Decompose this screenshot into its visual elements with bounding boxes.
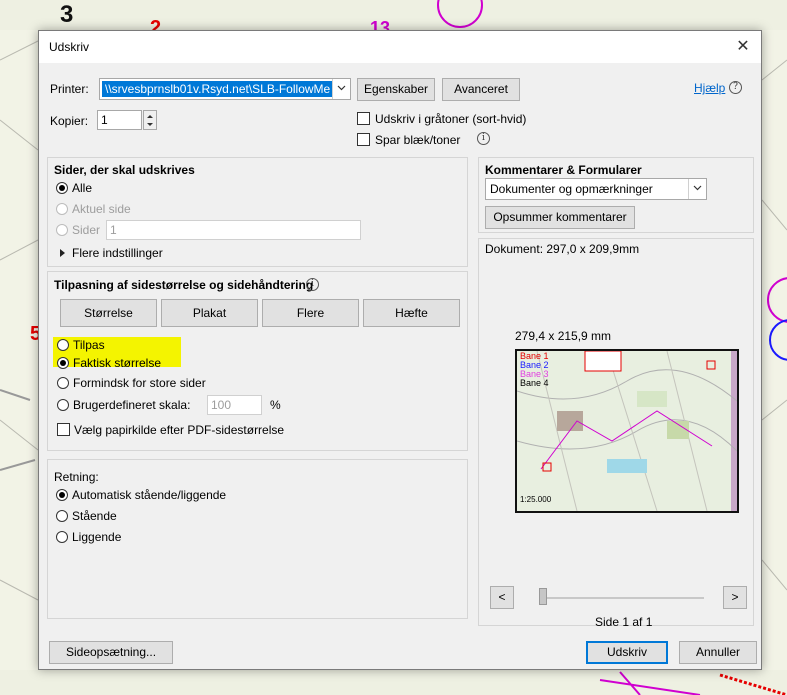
comments-title: Kommentarer & Formularer bbox=[485, 163, 642, 177]
sizing-info-icon[interactable]: i bbox=[306, 278, 319, 291]
radio-shrink-label: Formindsk for store sider bbox=[73, 376, 206, 390]
properties-button[interactable]: Egenskaber bbox=[357, 78, 435, 101]
stepper-down-icon[interactable] bbox=[144, 120, 156, 129]
radio-landscape[interactable] bbox=[56, 531, 68, 543]
radio-actual-size[interactable] bbox=[57, 357, 69, 369]
radio-portrait-label: Stående bbox=[72, 509, 117, 523]
page-info: Side 1 af 1 bbox=[595, 615, 653, 629]
radio-pages-label: Sider bbox=[72, 223, 101, 237]
dialog-title: Udskriv bbox=[49, 40, 90, 54]
paper-size: 279,4 x 215,9 mm bbox=[515, 329, 612, 343]
orientation-title: Retning: bbox=[54, 470, 99, 484]
document-size: Dokument: 297,0 x 209,9mm bbox=[485, 242, 640, 256]
save-ink-checkbox[interactable] bbox=[357, 133, 370, 146]
copies-stepper[interactable] bbox=[143, 110, 157, 130]
orientation-panel: Retning: Automatisk stående/liggende Stå… bbox=[47, 459, 468, 619]
help-link[interactable]: Hjælp bbox=[694, 81, 725, 95]
radio-fit[interactable] bbox=[57, 339, 69, 351]
help-info-icon[interactable]: ? bbox=[729, 81, 742, 94]
next-page-button[interactable]: > bbox=[723, 586, 747, 609]
printer-select[interactable]: \\srvesbprnslb01v.Rsyd.net\SLB-FollowMe bbox=[99, 78, 351, 100]
chevron-down-icon bbox=[332, 79, 350, 99]
page-slider-track[interactable] bbox=[540, 597, 704, 599]
tab-poster[interactable]: Plakat bbox=[161, 299, 258, 327]
copies-input[interactable]: 1 bbox=[97, 110, 142, 130]
printer-label: Printer: bbox=[50, 82, 89, 96]
print-button[interactable]: Udskriv bbox=[586, 641, 668, 664]
comments-select[interactable]: Dokumenter og opmærkninger bbox=[485, 178, 707, 200]
cancel-button[interactable]: Annuller bbox=[679, 641, 757, 664]
pages-range-input[interactable]: 1 bbox=[106, 220, 361, 240]
custom-scale-input[interactable]: 100 bbox=[207, 395, 262, 415]
pages-panel: Sider, der skal udskrives Alle Aktuel si… bbox=[47, 157, 468, 267]
advanced-button[interactable]: Avanceret bbox=[442, 78, 520, 101]
radio-all[interactable] bbox=[56, 182, 68, 194]
radio-current-page[interactable] bbox=[56, 203, 68, 215]
save-ink-label: Spar blæk/toner bbox=[375, 133, 461, 147]
chevron-down-icon bbox=[688, 179, 706, 199]
comments-panel: Kommentarer & Formularer Dokumenter og o… bbox=[478, 157, 754, 233]
svg-text:3: 3 bbox=[60, 1, 73, 28]
radio-auto-orientation[interactable] bbox=[56, 489, 68, 501]
page-setup-button[interactable]: Sideopsætning... bbox=[49, 641, 173, 664]
sizing-panel: Tilpasning af sidestørrelse og sidehåndt… bbox=[47, 271, 468, 451]
map-scale: 1:25.000 bbox=[520, 495, 552, 504]
custom-scale-value: 100 bbox=[211, 398, 232, 412]
radio-shrink[interactable] bbox=[57, 377, 69, 389]
percent-label: % bbox=[270, 398, 281, 412]
grayscale-checkbox[interactable] bbox=[357, 112, 370, 125]
radio-all-label: Alle bbox=[72, 181, 93, 195]
radio-auto-label: Automatisk stående/liggende bbox=[72, 488, 227, 502]
comments-select-value: Dokumenter og opmærkninger bbox=[490, 182, 653, 196]
radio-actual-label: Faktisk størrelse bbox=[73, 356, 162, 370]
legend-bane4: Bane 4 bbox=[520, 378, 549, 388]
sizing-title: Tilpasning af sidestørrelse og sidehåndt… bbox=[54, 278, 314, 292]
more-settings-link[interactable]: Flere indstillinger bbox=[72, 246, 163, 260]
copies-value: 1 bbox=[101, 113, 108, 127]
radio-landscape-label: Liggende bbox=[72, 530, 122, 544]
print-dialog: Udskriv ✕ Printer: \\srvesbprnslb01v.Rsy… bbox=[38, 30, 762, 670]
radio-portrait[interactable] bbox=[56, 510, 68, 522]
page-slider-handle[interactable] bbox=[539, 588, 547, 605]
map-thumbnail bbox=[517, 351, 737, 511]
tab-booklet[interactable]: Hæfte bbox=[363, 299, 460, 327]
summarize-comments-button[interactable]: Opsummer kommentarer bbox=[485, 206, 635, 229]
pages-title: Sider, der skal udskrives bbox=[54, 163, 195, 177]
radio-custom-label: Brugerdefineret skala: bbox=[73, 398, 191, 412]
prev-page-button[interactable]: < bbox=[490, 586, 514, 609]
info-icon[interactable]: i bbox=[477, 132, 490, 145]
grayscale-label: Udskriv i gråtoner (sort-hvid) bbox=[375, 112, 527, 126]
expand-arrow-icon[interactable] bbox=[59, 249, 66, 257]
page-preview: Bane 1 Bane 2 Bane 3 Bane 4 1:25.000 bbox=[515, 349, 739, 513]
title-bar: Udskriv ✕ bbox=[39, 31, 761, 63]
radio-pages[interactable] bbox=[56, 224, 68, 236]
tab-size[interactable]: Størrelse bbox=[60, 299, 157, 327]
radio-fit-label: Tilpas bbox=[73, 338, 105, 352]
printer-value: \\srvesbprnslb01v.Rsyd.net\SLB-FollowMe bbox=[102, 81, 334, 97]
copies-label: Kopier: bbox=[50, 114, 89, 128]
radio-current-label: Aktuel side bbox=[72, 202, 131, 216]
tab-multiple[interactable]: Flere bbox=[262, 299, 359, 327]
radio-custom-scale[interactable] bbox=[57, 399, 69, 411]
paper-source-label: Vælg papirkilde efter PDF-sidestørrelse bbox=[74, 423, 285, 437]
paper-source-checkbox[interactable] bbox=[57, 423, 70, 436]
pages-range-value: 1 bbox=[110, 223, 117, 237]
close-icon[interactable]: ✕ bbox=[731, 35, 755, 59]
